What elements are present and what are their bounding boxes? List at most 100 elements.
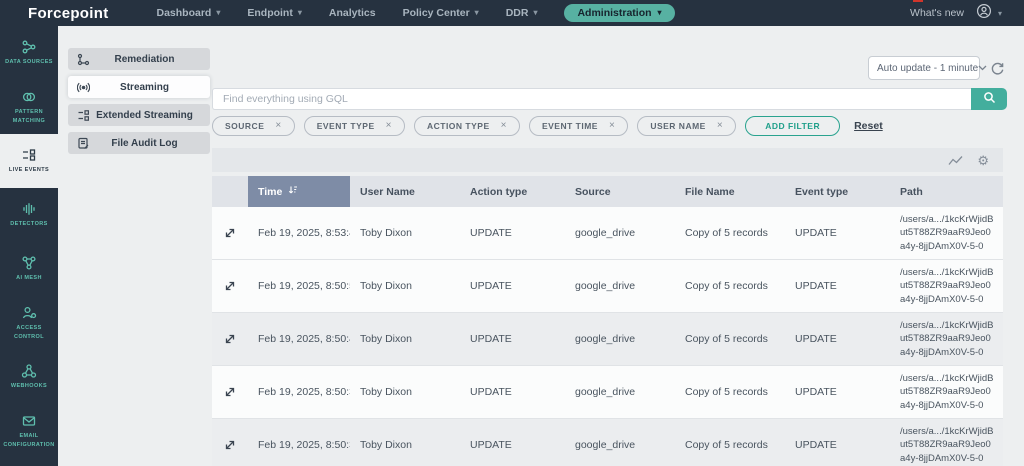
cell-event: UPDATE [795, 439, 837, 451]
cell-path: /users/a.../1kcKrWjidBut5T88ZR9aaR9Jeo0a… [900, 214, 994, 252]
table-row: Feb 19, 2025, 8:50:52 PM Toby Dixon UPDA… [212, 260, 1003, 313]
access-control-icon [21, 305, 37, 321]
data-sources-icon [21, 39, 37, 55]
cell-file: Copy of 5 records [685, 280, 768, 292]
header-expand-col [212, 176, 248, 207]
expand-row-button[interactable] [212, 333, 248, 345]
filter-chip-action-type[interactable]: ACTION TYPE × [413, 116, 520, 136]
sidebar-item-access-control[interactable]: ACCESS CONTROL [0, 296, 58, 350]
ai-mesh-icon [21, 255, 37, 271]
close-icon[interactable]: × [717, 121, 723, 131]
add-filter-button[interactable]: ADD FILTER [745, 116, 841, 136]
chevron-down-icon: ▾ [533, 8, 538, 17]
filter-chip-user-name[interactable]: USER NAME × [637, 116, 737, 136]
header-path[interactable]: Path [890, 176, 1003, 207]
table-toolbar: ⚙ [212, 148, 1003, 172]
cell-time: Feb 19, 2025, 8:50:30 PM [258, 439, 350, 451]
gear-icon[interactable]: ⚙ [977, 154, 989, 167]
header-source[interactable]: Source [565, 176, 675, 207]
cell-path: /users/a.../1kcKrWjidBut5T88ZR9aaR9Jeo0a… [900, 320, 994, 358]
table-row: Feb 19, 2025, 8:50:40 PM Toby Dixon UPDA… [212, 313, 1003, 366]
cell-path: /users/a.../1kcKrWjidBut5T88ZR9aaR9Jeo0a… [900, 373, 994, 411]
table-row: Feb 19, 2025, 8:50:33 PM Toby Dixon UPDA… [212, 366, 1003, 419]
email-icon [21, 413, 37, 429]
cell-action: UPDATE [470, 227, 512, 239]
webhooks-icon [21, 363, 37, 379]
search-input[interactable] [212, 88, 971, 110]
filter-chip-event-type[interactable]: EVENT TYPE × [303, 116, 405, 136]
expand-row-button[interactable] [212, 386, 248, 398]
cell-path: /users/a.../1kcKrWjidBut5T88ZR9aaR9Jeo0a… [900, 267, 994, 305]
cell-user: Toby Dixon [360, 280, 412, 292]
update-controls: Auto update - 1 minute [868, 56, 1005, 80]
reset-link[interactable]: Reset [854, 120, 883, 132]
expand-row-button[interactable] [212, 280, 248, 292]
cell-action: UPDATE [470, 280, 512, 292]
search-icon [983, 91, 996, 107]
search-bar [212, 88, 1007, 110]
cell-time: Feb 19, 2025, 8:50:40 PM [258, 333, 350, 345]
main-nav: Dashboard ▾ Endpoint ▾ Analytics Policy … [157, 4, 675, 22]
close-icon[interactable]: × [386, 121, 392, 131]
cell-source: google_drive [575, 227, 636, 239]
search-button[interactable] [971, 88, 1007, 110]
sidebar-item-live-events[interactable]: LIVE EVENTS [0, 134, 58, 188]
filter-chip-source[interactable]: SOURCE × [212, 116, 295, 136]
whats-new-link[interactable]: What's new [910, 7, 964, 19]
cell-user: Toby Dixon [360, 439, 412, 451]
header-action-type[interactable]: Action type [460, 176, 565, 207]
sidebar-item-data-sources[interactable]: DATA SOURCES [0, 26, 58, 80]
nav-administration[interactable]: Administration ▾ [564, 4, 675, 22]
sidebar-item-email-configuration[interactable]: EMAIL CONFIGURATION [0, 404, 58, 458]
avatar-icon [976, 3, 992, 24]
chevron-down-icon: ▾ [997, 8, 1002, 18]
chevron-down-icon: ▾ [216, 8, 221, 17]
cell-event: UPDATE [795, 227, 837, 239]
events-table: Time User Name Action type Source File N… [212, 176, 1003, 466]
cell-source: google_drive [575, 333, 636, 345]
close-icon[interactable]: × [609, 121, 615, 131]
cell-user: Toby Dixon [360, 333, 412, 345]
streaming-icon [77, 81, 94, 94]
user-menu[interactable]: ▾ [976, 3, 1002, 24]
expand-row-button[interactable] [212, 439, 248, 451]
close-icon[interactable]: × [275, 121, 281, 131]
submenu-streaming[interactable]: Streaming [68, 76, 210, 98]
cell-path: /users/a.../1kcKrWjidBut5T88ZR9aaR9Jeo0a… [900, 426, 994, 464]
nav-policy-center[interactable]: Policy Center ▾ [403, 7, 479, 19]
forcepoint-logo: Forcepoint [28, 4, 109, 22]
sidebar-item-webhooks[interactable]: WEBHOOKS [0, 350, 58, 404]
file-audit-log-icon [77, 137, 94, 150]
header-user-name[interactable]: User Name [350, 176, 460, 207]
close-icon[interactable]: × [501, 121, 507, 131]
cell-file: Copy of 5 records [685, 439, 768, 451]
submenu-extended-streaming[interactable]: Extended Streaming [68, 104, 210, 126]
cell-time: Feb 19, 2025, 8:50:52 PM [258, 280, 350, 292]
cell-event: UPDATE [795, 333, 837, 345]
refresh-button[interactable] [990, 61, 1005, 76]
filter-chip-event-time[interactable]: EVENT TIME × [528, 116, 629, 136]
submenu-file-audit-log[interactable]: File Audit Log [68, 132, 210, 154]
table-row: Feb 19, 2025, 8:50:30 PM Toby Dixon UPDA… [212, 419, 1003, 466]
cell-source: google_drive [575, 280, 636, 292]
live-events-submenu: Remediation Streaming Extended Streaming… [68, 48, 210, 154]
cell-source: google_drive [575, 439, 636, 451]
sidebar-item-pattern-matching[interactable]: PATTERN MATCHING [0, 80, 58, 134]
sidebar-item-ai-mesh[interactable]: AI MESH [0, 242, 58, 296]
chart-view-icon[interactable] [948, 155, 963, 166]
nav-dashboard[interactable]: Dashboard ▾ [157, 7, 221, 19]
nav-ddr[interactable]: DDR ▾ [506, 7, 538, 19]
header-event-type[interactable]: Event type [785, 176, 890, 207]
expand-row-button[interactable] [212, 227, 248, 239]
cell-file: Copy of 5 records [685, 333, 768, 345]
chevron-down-icon: ▾ [297, 8, 302, 17]
nav-analytics[interactable]: Analytics [329, 7, 376, 19]
auto-update-dropdown[interactable]: Auto update - 1 minute [868, 56, 987, 80]
nav-endpoint[interactable]: Endpoint ▾ [247, 7, 302, 19]
header-file-name[interactable]: File Name [675, 176, 785, 207]
submenu-remediation[interactable]: Remediation [68, 48, 210, 70]
header-time[interactable]: Time [248, 176, 350, 207]
cell-action: UPDATE [470, 439, 512, 451]
sidebar-item-detectors[interactable]: DETECTORS [0, 188, 58, 242]
cell-time: Feb 19, 2025, 8:53:42 PM [258, 227, 350, 239]
